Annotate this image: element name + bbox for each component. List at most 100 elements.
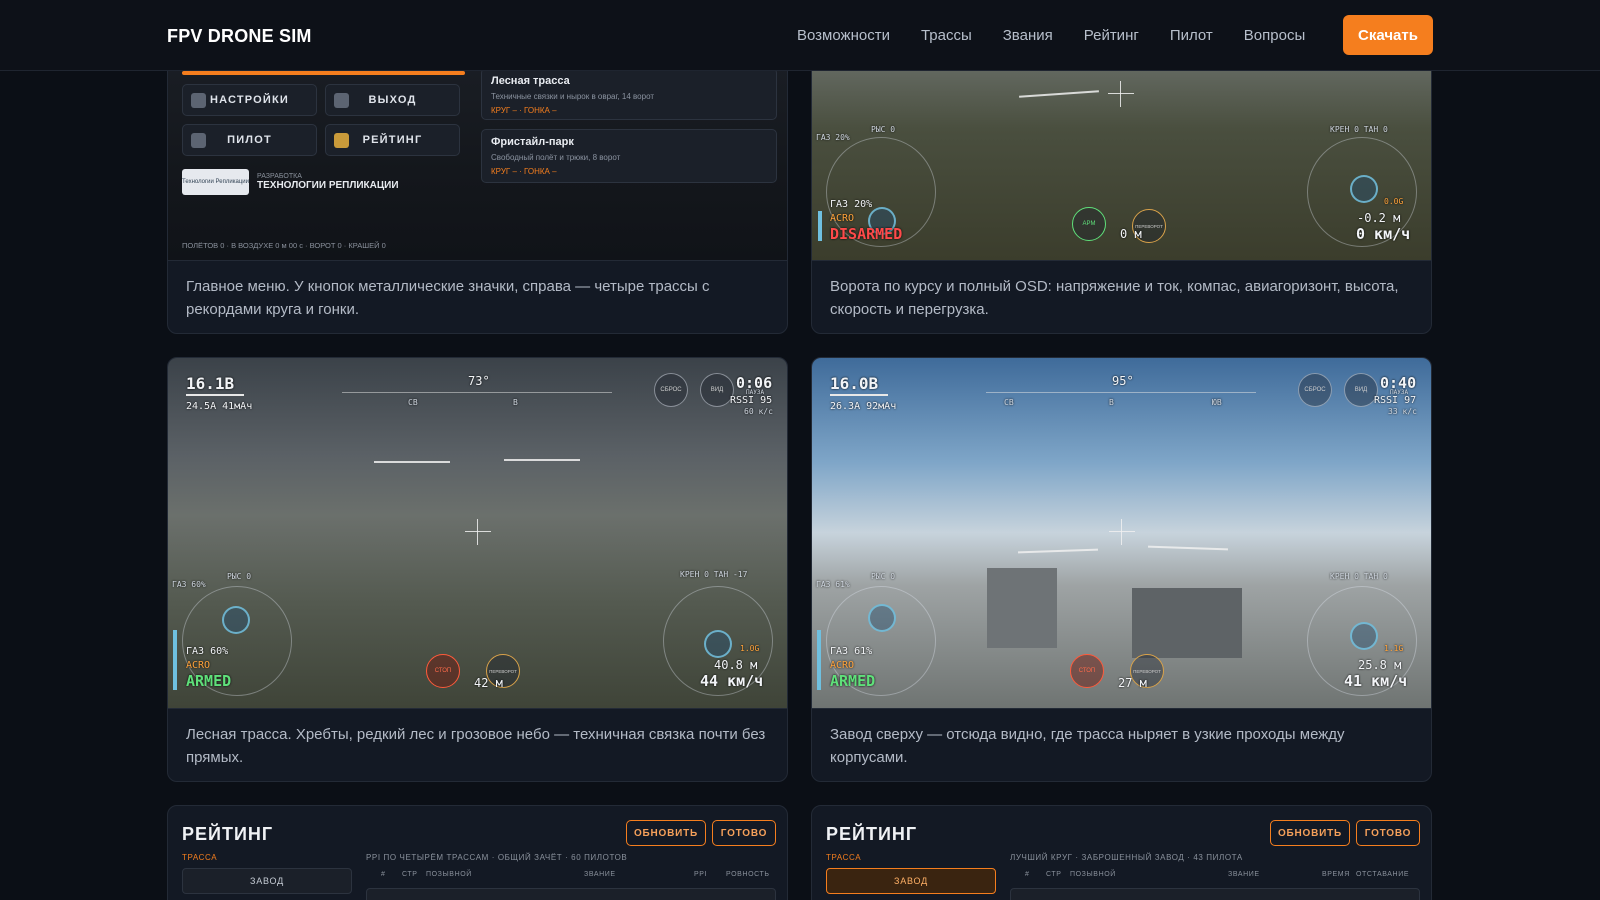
- stop-button[interactable]: СТОП: [1070, 654, 1104, 688]
- current-readout: 26.3А 92мАч: [830, 401, 897, 412]
- nav-faq[interactable]: Вопросы: [1244, 27, 1305, 44]
- download-button[interactable]: Скачать: [1343, 15, 1433, 55]
- refresh-button[interactable]: ОБНОВИТЬ: [1270, 820, 1350, 846]
- developer-block: Технологии Репликации РАЗРАБОТКА ТЕХНОЛО…: [182, 169, 399, 195]
- roll-yaw-readout: КРЕН 0 ТАН 0: [1330, 125, 1388, 134]
- gear-icon: [191, 93, 206, 108]
- flight-mode: ACRO: [830, 660, 855, 671]
- track-records: КРУГ – · ГОНКА –: [491, 167, 557, 176]
- flight-mode: ACRO: [830, 213, 855, 224]
- developer-logo: Технологии Репликации: [182, 169, 249, 195]
- exit-label: ВЫХОД: [368, 94, 417, 106]
- building: [987, 568, 1057, 648]
- done-button[interactable]: ГОТОВО: [712, 820, 776, 846]
- settings-button[interactable]: НАСТРОЙКИ: [182, 84, 317, 116]
- view-button[interactable]: ВИД: [1344, 373, 1378, 407]
- distance-readout: 0 м: [1120, 227, 1142, 241]
- exit-button[interactable]: ВЫХОД: [325, 84, 460, 116]
- done-button[interactable]: ГОТОВО: [1356, 820, 1420, 846]
- voltage-bar: [186, 394, 244, 396]
- stick-right-icon: [704, 630, 732, 658]
- rating-title: РЕЙТИНГ: [826, 824, 918, 844]
- crosshair: [1109, 519, 1135, 545]
- throttle-small: ГАЗ 60%: [172, 580, 206, 589]
- settings-label: НАСТРОЙКИ: [209, 94, 290, 106]
- brand-logo[interactable]: FPV DRONE SIM: [167, 26, 312, 47]
- pilot-button[interactable]: ПИЛОТ: [182, 124, 317, 156]
- current-readout: 24.5А 41мАч: [186, 401, 253, 412]
- track-item[interactable]: Лесная трасса Техничные связки и нырок в…: [481, 68, 777, 120]
- arm-state: ARMED: [186, 672, 232, 690]
- rating-label: РЕЙТИНГ: [362, 134, 423, 146]
- compass-label: В: [513, 398, 518, 407]
- track-item[interactable]: Фристайл-парк Свободный полёт и трюки, 8…: [481, 129, 777, 183]
- altitude-readout: 40.8 м: [714, 658, 758, 672]
- rssi-readout: RSSI 95: [730, 395, 773, 406]
- column-header: ВРЕМЯ: [1322, 871, 1350, 878]
- arm-state: ARMED: [830, 672, 876, 690]
- nav-ranks[interactable]: Звания: [1003, 27, 1053, 44]
- throttle-readout: ГАЗ 20%: [830, 199, 873, 210]
- arm-button-label: АРМ: [1082, 221, 1096, 227]
- gforce-readout: 1.0G: [740, 644, 760, 653]
- track-select[interactable]: ЗАВОД: [182, 868, 352, 894]
- distance-readout: 42 м: [474, 676, 503, 690]
- distance-readout: 27 м: [1118, 676, 1147, 690]
- voltage-bar: [830, 394, 888, 396]
- stop-button-label: СТОП: [434, 668, 452, 674]
- view-button-label: ВИД: [1354, 387, 1368, 393]
- reset-button[interactable]: СБРОС: [654, 373, 688, 407]
- roll-yaw-readout: КРЕН 0 ТАН -17: [680, 570, 748, 579]
- nav-rating[interactable]: Рейтинг: [1084, 27, 1139, 44]
- table-row[interactable]: [1010, 888, 1420, 900]
- stop-button[interactable]: СТОП: [426, 654, 460, 688]
- helmet-icon: [191, 133, 206, 148]
- track-label: ТРАССА: [182, 853, 218, 862]
- column-header: РОВНОСТЬ: [726, 871, 770, 878]
- track-select[interactable]: ЗАВОД: [826, 868, 996, 894]
- card-caption: Ворота по курсу и полный OSD: напряжение…: [812, 260, 1431, 333]
- rating-button[interactable]: РЕЙТИНГ: [325, 124, 460, 156]
- nav-tracks[interactable]: Трассы: [921, 27, 972, 44]
- gforce-readout: 1.1G: [1384, 644, 1404, 653]
- exit-icon: [334, 93, 349, 108]
- track-title: Фристайл-парк: [491, 136, 574, 148]
- heading-readout: 73°: [468, 374, 490, 388]
- screenshot-card-factory: 16.0В 26.3А 92мАч 95° СВ В ЮВ СБРОС ВИД …: [811, 357, 1432, 782]
- track-label: ТРАССА: [826, 853, 862, 862]
- podium-icon: [334, 133, 349, 148]
- pilot-label: ПИЛОТ: [227, 134, 272, 146]
- column-header: ПОЗЫВНОЙ: [426, 871, 472, 878]
- reset-button[interactable]: СБРОС: [1298, 373, 1332, 407]
- arm-button[interactable]: АРМ: [1072, 207, 1106, 241]
- compass-label: СВ: [408, 398, 418, 407]
- rating-title: РЕЙТИНГ: [182, 824, 274, 844]
- stick-left-icon: [222, 606, 250, 634]
- gforce-readout: 0.0G: [1384, 197, 1404, 206]
- track-records: КРУГ – · ГОНКА –: [491, 106, 557, 115]
- main-nav: Возможности Трассы Звания Рейтинг Пилот …: [797, 27, 1305, 44]
- speed-readout: 41 км/ч: [1344, 672, 1408, 690]
- building: [1132, 588, 1242, 658]
- nav-pilot[interactable]: Пилот: [1170, 27, 1213, 44]
- table-row[interactable]: [366, 888, 776, 900]
- rating-summary: PPI ПО ЧЕТЫРЁМ ТРАССАМ · ОБЩИЙ ЗАЧЁТ · 6…: [366, 853, 628, 862]
- view-button[interactable]: ВИД: [700, 373, 734, 407]
- screenshot-card-forest: 16.1В 24.5А 41мАч 73° СВ В СБРОС ВИД 0:0…: [167, 357, 788, 782]
- throttle-bar: [173, 630, 177, 690]
- column-header: ЗВАНИЕ: [584, 871, 616, 878]
- voltage-readout: 16.1В: [186, 374, 235, 393]
- column-header: #: [1025, 871, 1030, 878]
- stick-right-icon: [1350, 622, 1378, 650]
- flight-mode: ACRO: [186, 660, 211, 671]
- column-header: ПОЗЫВНОЙ: [1070, 871, 1116, 878]
- compass-label: В: [1109, 398, 1114, 407]
- track-title: Лесная трасса: [491, 75, 570, 87]
- speed-readout: 0 км/ч: [1356, 225, 1411, 243]
- nav-features[interactable]: Возможности: [797, 27, 890, 44]
- factory-screenshot: 16.0В 26.3А 92мАч 95° СВ В ЮВ СБРОС ВИД …: [812, 358, 1431, 708]
- track-desc: Техничные связки и нырок в овраг, 14 вор…: [491, 92, 655, 101]
- flip-button-label: ПЕРЕВОРОТ: [489, 668, 517, 674]
- column-header: СТР: [1046, 871, 1062, 878]
- refresh-button[interactable]: ОБНОВИТЬ: [626, 820, 706, 846]
